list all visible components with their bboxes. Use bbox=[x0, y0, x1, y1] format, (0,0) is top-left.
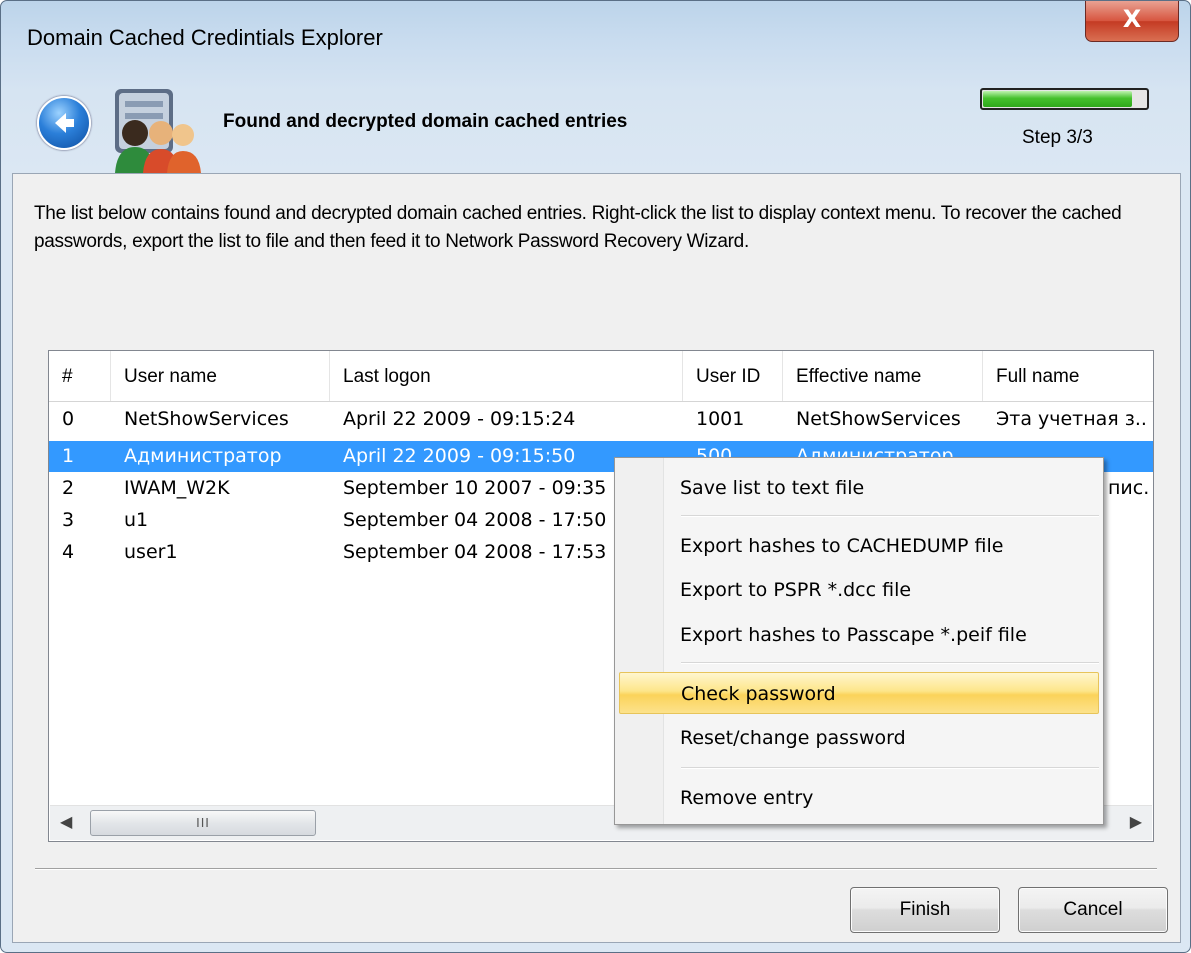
divider bbox=[35, 868, 1157, 870]
menu-item-export-cachedump[interactable]: Export hashes to CACHEDUMP file bbox=[619, 525, 1099, 567]
menu-item-reset-password[interactable]: Reset/change password bbox=[619, 717, 1099, 759]
scroll-left-icon[interactable]: ◀ bbox=[60, 812, 72, 832]
step-indicator: Step 3/3 bbox=[1022, 127, 1093, 148]
cell-index: 2 bbox=[62, 477, 75, 499]
instructions-text: The list below contains found and decryp… bbox=[34, 203, 1122, 252]
table-row[interactable]: 0 NetShowServices April 22 2009 - 09:15:… bbox=[49, 404, 1153, 435]
cell-user-id: 1001 bbox=[696, 408, 745, 430]
menu-separator bbox=[681, 515, 1099, 517]
scrollbar-grip: III bbox=[196, 815, 210, 830]
progress-fill bbox=[983, 91, 1132, 107]
context-menu: Save list to text file Export hashes to … bbox=[614, 457, 1104, 825]
menu-item-save-list[interactable]: Save list to text file bbox=[619, 467, 1099, 509]
scroll-right-icon[interactable]: ▶ bbox=[1130, 812, 1142, 832]
cell-user-name: user1 bbox=[124, 541, 178, 563]
back-button[interactable] bbox=[37, 96, 91, 150]
window-title: Domain Cached Credintials Explorer bbox=[27, 25, 383, 50]
close-icon: X bbox=[1122, 5, 1142, 33]
column-header-effective-name[interactable]: Effective name bbox=[783, 351, 983, 401]
cell-index: 1 bbox=[62, 445, 75, 467]
cell-user-name: u1 bbox=[124, 509, 149, 531]
wizard-progress-bar bbox=[980, 88, 1149, 110]
finish-button[interactable]: Finish bbox=[850, 887, 1000, 933]
cancel-button[interactable]: Cancel bbox=[1018, 887, 1168, 933]
back-arrow-icon bbox=[55, 113, 74, 133]
menu-item-export-peif[interactable]: Export hashes to Passcape *.peif file bbox=[619, 614, 1099, 656]
column-header-full-name[interactable]: Full name bbox=[983, 351, 1153, 401]
cell-full-name: Эта учетная з.. bbox=[996, 408, 1147, 430]
cell-user-name: IWAM_W2K bbox=[124, 477, 230, 499]
users-server-icon bbox=[115, 89, 201, 173]
close-button[interactable]: X bbox=[1085, 1, 1179, 42]
cell-last-logon: April 22 2009 - 09:15:24 bbox=[343, 408, 576, 430]
step-heading: Found and decrypted domain cached entrie… bbox=[223, 111, 628, 132]
cell-index: 3 bbox=[62, 509, 75, 531]
menu-item-export-pspr[interactable]: Export to PSPR *.dcc file bbox=[619, 569, 1099, 611]
cell-effective-name: NetShowServices bbox=[796, 408, 961, 430]
column-header-user-id[interactable]: User ID bbox=[683, 351, 783, 401]
cell-index: 4 bbox=[62, 541, 75, 563]
scrollbar-thumb[interactable]: III bbox=[90, 810, 316, 836]
cell-user-name: NetShowServices bbox=[124, 408, 289, 430]
column-header-user-name[interactable]: User name bbox=[111, 351, 330, 401]
cell-index: 0 bbox=[62, 408, 75, 430]
menu-item-check-password[interactable]: Check password bbox=[619, 672, 1099, 714]
column-header-index[interactable]: # bbox=[49, 351, 111, 401]
menu-separator bbox=[681, 662, 1099, 664]
column-header-last-logon[interactable]: Last logon bbox=[330, 351, 683, 401]
list-header: # User name Last logon User ID Effective… bbox=[49, 351, 1153, 402]
menu-separator bbox=[681, 767, 1099, 769]
cell-user-name: Администратор bbox=[124, 445, 282, 467]
menu-item-remove-entry[interactable]: Remove entry bbox=[619, 777, 1099, 819]
